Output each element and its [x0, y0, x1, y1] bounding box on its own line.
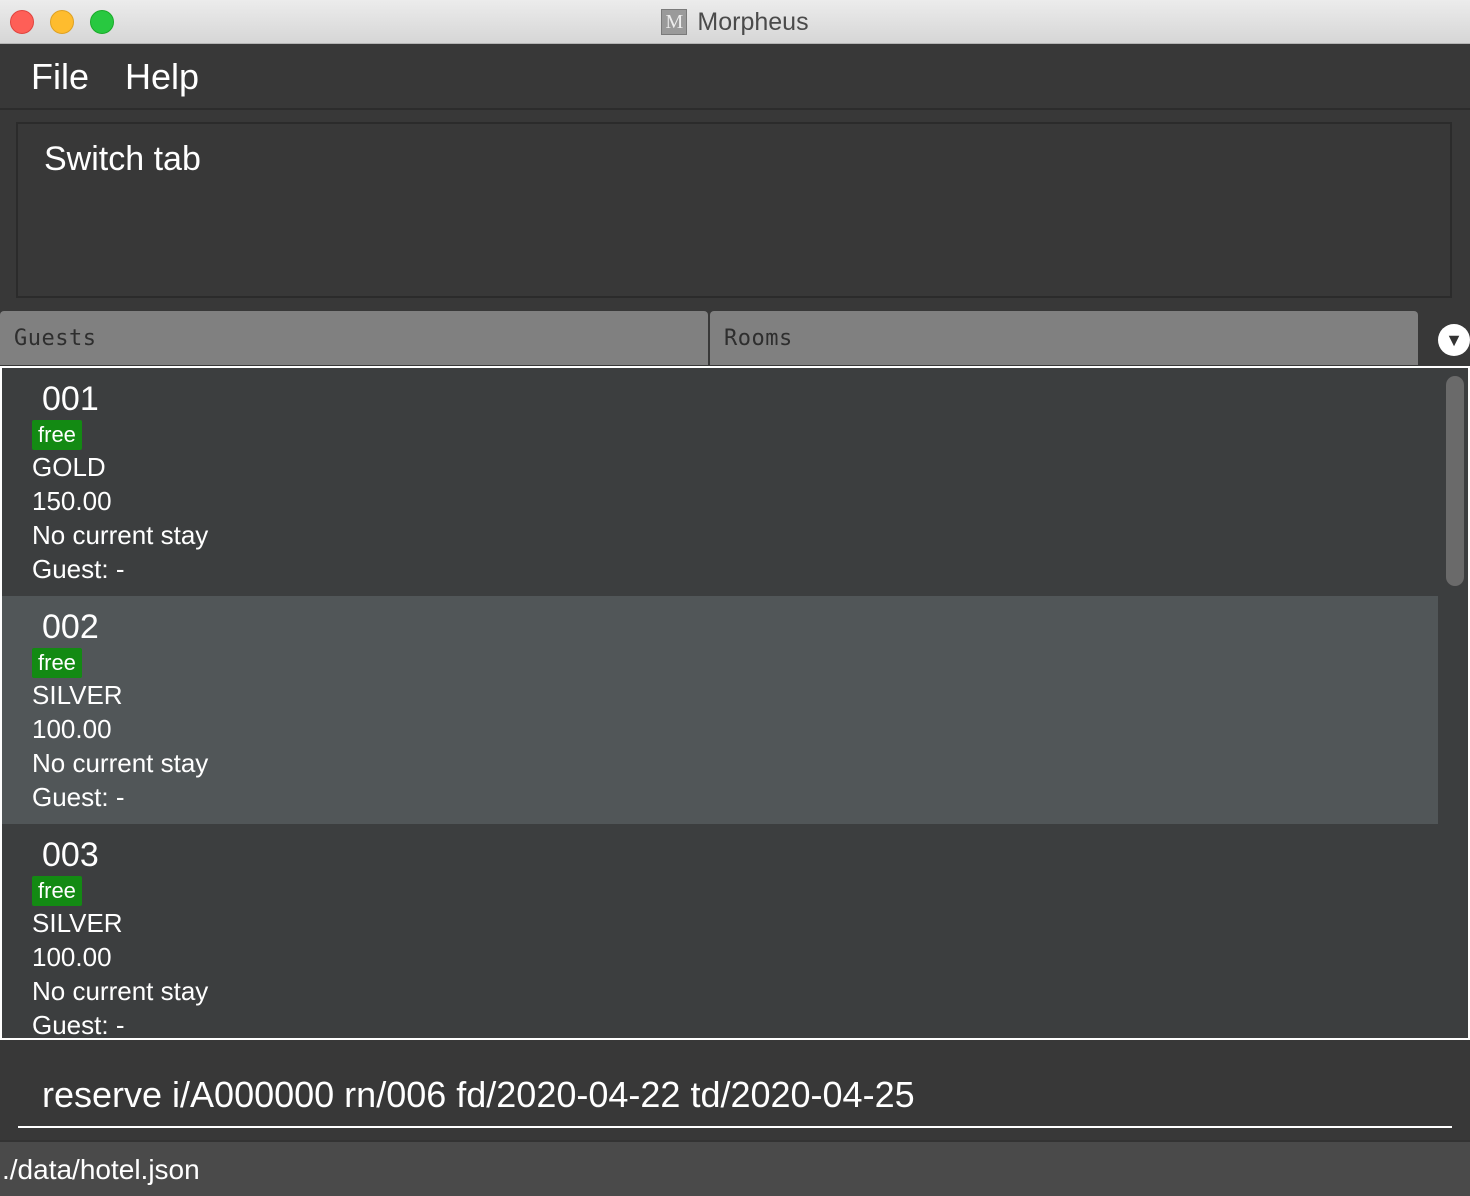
app-logo-icon: M: [661, 9, 688, 35]
room-price: 150.00: [32, 486, 112, 516]
room-tier: SILVER: [32, 908, 123, 938]
list-item[interactable]: 002 free SILVER 100.00 No current stay G…: [2, 596, 1438, 824]
menu-file[interactable]: File: [31, 56, 89, 98]
status-badge: free: [32, 420, 82, 450]
list-item[interactable]: 003 free SILVER 100.00 No current stay G…: [2, 824, 1438, 1040]
room-price: 100.00: [32, 714, 112, 744]
result-message: Switch tab: [44, 140, 201, 178]
tab-rooms[interactable]: Rooms: [710, 311, 1418, 365]
tab-dropdown-chevron-down-icon[interactable]: ▼: [1438, 324, 1470, 356]
room-tier: SILVER: [32, 680, 123, 710]
tab-rooms-label: Rooms: [724, 326, 793, 351]
room-number: 002: [42, 608, 99, 646]
menu-bar: File Help: [0, 44, 1470, 110]
room-guest: Guest: -: [32, 554, 125, 584]
scrollbar-track[interactable]: [1438, 368, 1468, 1038]
save-location-path: ./data/hotel.json: [2, 1154, 200, 1185]
room-guest: Guest: -: [32, 782, 125, 812]
command-box: [0, 1044, 1470, 1140]
status-bar: ./data/hotel.json: [0, 1140, 1470, 1196]
window-title: Morpheus: [697, 7, 809, 36]
list-item[interactable]: 001 free GOLD 150.00 No current stay Gue…: [2, 368, 1438, 596]
room-stay: No current stay: [32, 748, 209, 778]
room-stay: No current stay: [32, 520, 209, 550]
scrollbar-thumb[interactable]: [1446, 376, 1464, 586]
status-badge: free: [32, 648, 82, 678]
room-number: 003: [42, 836, 99, 874]
room-list[interactable]: 001 free GOLD 150.00 No current stay Gue…: [0, 366, 1470, 1040]
command-input[interactable]: [18, 1064, 1452, 1128]
tab-guests[interactable]: Guests: [0, 311, 708, 365]
room-stay: No current stay: [32, 976, 209, 1006]
window-title-group: M Morpheus: [0, 0, 1470, 44]
status-badge: free: [32, 876, 82, 906]
room-price: 100.00: [32, 942, 112, 972]
tab-bar: Guests Rooms ▼: [0, 311, 1470, 365]
room-number: 001: [42, 380, 99, 418]
result-display: Switch tab: [16, 122, 1452, 298]
menu-help[interactable]: Help: [125, 56, 199, 98]
room-guest: Guest: -: [32, 1010, 125, 1040]
window-titlebar: M Morpheus: [0, 0, 1470, 44]
tab-guests-label: Guests: [14, 326, 97, 351]
room-tier: GOLD: [32, 452, 106, 482]
